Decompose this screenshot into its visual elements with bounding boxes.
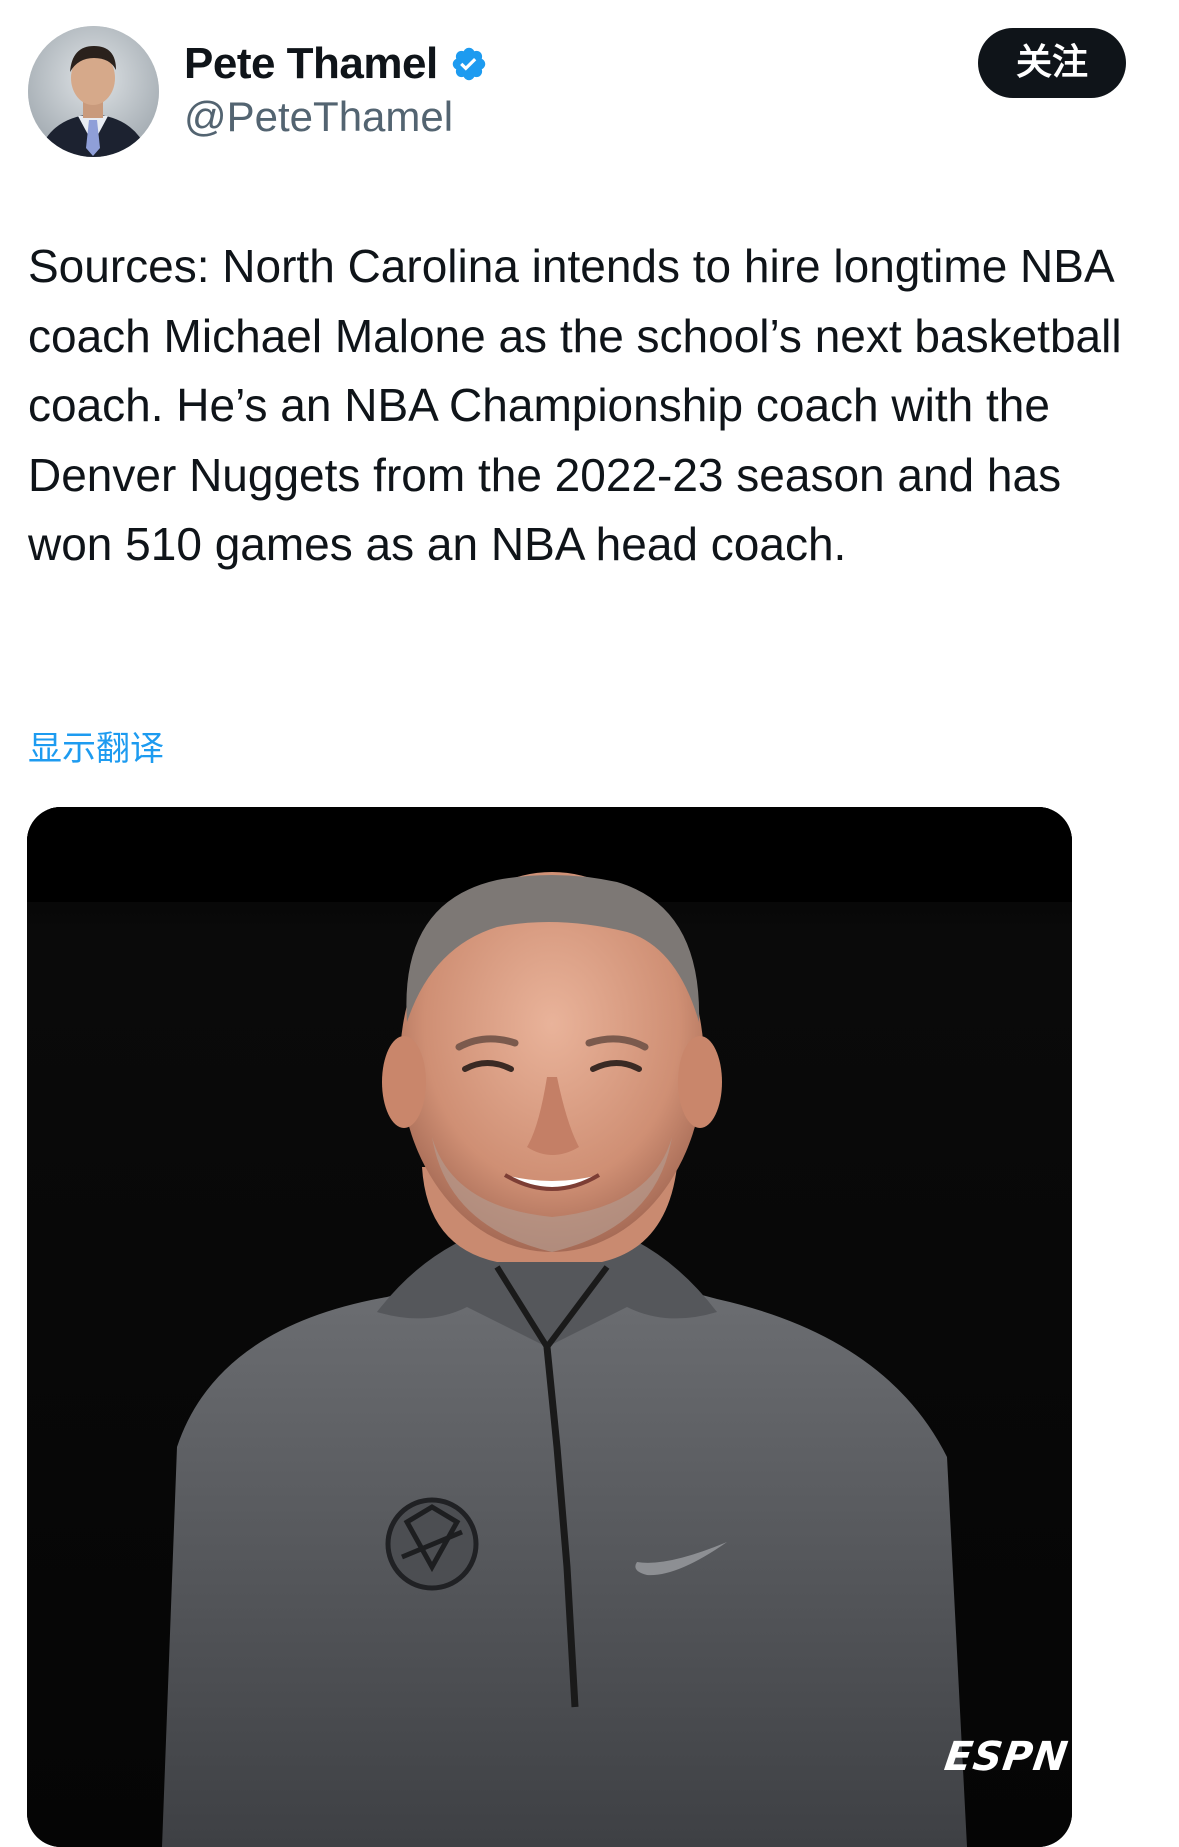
show-translation-link[interactable]: 显示翻译 — [28, 726, 164, 772]
author-display-name[interactable]: Pete Thamel — [184, 38, 438, 90]
nuggets-logo-icon — [385, 1497, 479, 1591]
avatar[interactable] — [28, 26, 159, 157]
tweet-media-image[interactable]: ESPN — [27, 807, 1072, 1847]
tweet-text: Sources: North Carolina intends to hire … — [28, 240, 1122, 570]
verified-badge-icon — [450, 45, 488, 83]
tweet-header: Pete Thamel @PeteThamel 关注 — [0, 0, 1179, 180]
espn-watermark: ESPN — [941, 1734, 1072, 1780]
author-handle[interactable]: @PeteThamel — [184, 92, 453, 142]
follow-button[interactable]: 关注 — [978, 28, 1126, 98]
author-name-row: Pete Thamel — [184, 38, 488, 90]
